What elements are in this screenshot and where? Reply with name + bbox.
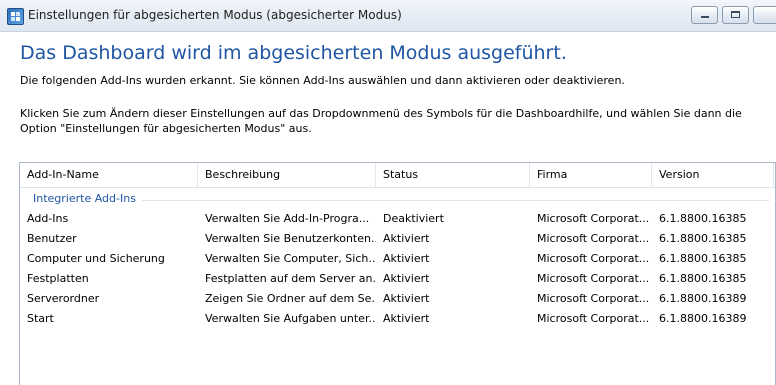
- cell-company: Microsoft Corporat...: [537, 232, 650, 245]
- table-row[interactable]: Add-Ins Verwalten Sie Add-In-Progra... D…: [20, 209, 775, 229]
- cell-status: Deaktiviert: [383, 212, 444, 225]
- cell-company: Microsoft Corporat...: [537, 272, 650, 285]
- cell-company: Microsoft Corporat...: [537, 212, 650, 225]
- cell-status: Aktiviert: [383, 252, 430, 265]
- table-row[interactable]: Computer und Sicherung Verwalten Sie Com…: [20, 249, 775, 269]
- instructions-text: Klicken Sie zum Ändern dieser Einstellun…: [20, 107, 742, 135]
- group-header[interactable]: Integrierte Add-Ins: [20, 189, 775, 209]
- list-header: Add-In-Name Beschreibung Status Firma Ve…: [20, 163, 775, 188]
- cell-company: Microsoft Corporat...: [537, 312, 650, 325]
- column-header-description[interactable]: Beschreibung: [198, 163, 376, 187]
- table-row[interactable]: Start Verwalten Sie Aufgaben unter... Ak…: [20, 309, 775, 329]
- table-row[interactable]: Festplatten Festplatten auf dem Server a…: [20, 269, 775, 289]
- cell-version: 6.1.8800.16385: [659, 232, 747, 245]
- cell-version: 6.1.8800.16389: [659, 312, 747, 325]
- addins-list[interactable]: Add-In-Name Beschreibung Status Firma Ve…: [19, 162, 776, 385]
- cell-status: Aktiviert: [383, 272, 430, 285]
- close-button[interactable]: [753, 6, 776, 24]
- cell-name: Benutzer: [27, 232, 77, 245]
- group-label: Integrierte Add-Ins: [33, 192, 142, 205]
- maximize-button[interactable]: [722, 6, 749, 24]
- cell-status: Aktiviert: [383, 292, 430, 305]
- cell-version: 6.1.8800.16389: [659, 292, 747, 305]
- cell-name: Start: [27, 312, 54, 325]
- cell-status: Aktiviert: [383, 312, 430, 325]
- maximize-icon: [731, 11, 740, 18]
- cell-description: Verwalten Sie Benutzerkonten...: [205, 232, 376, 245]
- page-heading: Das Dashboard wird im abgesicherten Modu…: [20, 42, 567, 64]
- group-divider: [33, 200, 769, 201]
- cell-version: 6.1.8800.16385: [659, 272, 747, 285]
- cell-description: Festplatten auf dem Server an...: [205, 272, 376, 285]
- column-header-company[interactable]: Firma: [530, 163, 652, 187]
- column-header-status[interactable]: Status: [376, 163, 530, 187]
- cell-name: Add-Ins: [27, 212, 69, 225]
- cell-version: 6.1.8800.16385: [659, 212, 747, 225]
- cell-name: Computer und Sicherung: [27, 252, 165, 265]
- cell-company: Microsoft Corporat...: [537, 252, 650, 265]
- dashboard-app-icon: [7, 8, 24, 25]
- cell-company: Microsoft Corporat...: [537, 292, 650, 305]
- safe-mode-settings-window: Einstellungen für abgesicherten Modus (a…: [0, 0, 776, 385]
- column-header-version[interactable]: Version: [652, 163, 774, 187]
- addins-detected-text: Die folgenden Add-Ins wurden erkannt. Si…: [20, 74, 625, 87]
- cell-name: Festplatten: [27, 272, 89, 285]
- table-row[interactable]: Benutzer Verwalten Sie Benutzerkonten...…: [20, 229, 775, 249]
- minimize-icon: [701, 16, 709, 18]
- column-header-name[interactable]: Add-In-Name: [20, 163, 198, 187]
- minimize-button[interactable]: [691, 6, 718, 24]
- cell-status: Aktiviert: [383, 232, 430, 245]
- window-title: Einstellungen für abgesicherten Modus (a…: [28, 8, 402, 22]
- cell-description: Verwalten Sie Add-In-Progra...: [205, 212, 370, 225]
- title-bar[interactable]: Einstellungen für abgesicherten Modus (a…: [0, 0, 776, 32]
- cell-description: Verwalten Sie Computer, Sich...: [205, 252, 376, 265]
- cell-description: Verwalten Sie Aufgaben unter...: [205, 312, 376, 325]
- cell-description: Zeigen Sie Ordner auf dem Se...: [205, 292, 376, 305]
- cell-name: Serverordner: [27, 292, 100, 305]
- cell-version: 6.1.8800.16385: [659, 252, 747, 265]
- table-row[interactable]: Serverordner Zeigen Sie Ordner auf dem S…: [20, 289, 775, 309]
